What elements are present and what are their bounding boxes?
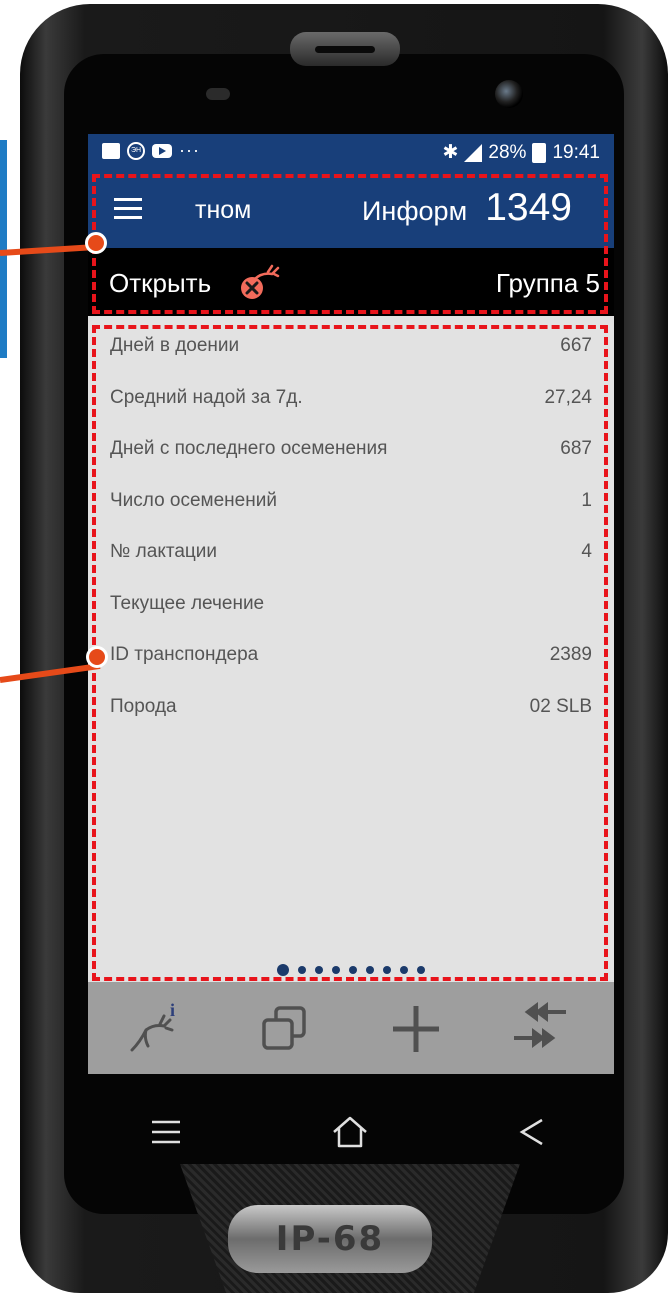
battery-icon (532, 142, 547, 163)
home-icon[interactable] (330, 1112, 370, 1152)
bluetooth-icon: ✱ (442, 142, 459, 163)
status-left-icons: ЭН ··· (102, 140, 200, 161)
signal-icon (464, 143, 483, 162)
system-nav-bar (88, 1090, 614, 1180)
copy-icon[interactable] (256, 1002, 316, 1056)
back-icon[interactable] (512, 1112, 552, 1152)
cow-info-icon[interactable]: i (126, 1002, 186, 1056)
media-icon: ЭН (127, 141, 145, 160)
menu-icon[interactable] (146, 1112, 186, 1152)
annotation-box-header (92, 174, 608, 314)
earpiece-slit (315, 46, 375, 53)
ip68-badge: IP-68 (228, 1205, 432, 1273)
proximity-sensor (206, 88, 230, 100)
gallery-icon (102, 142, 120, 159)
add-icon[interactable] (386, 1002, 446, 1056)
annotation-leader-dot (85, 232, 107, 254)
status-right: ✱ 28% 19:41 (443, 141, 601, 164)
status-bar: ЭН ··· ✱ 28% 19:41 (88, 134, 614, 170)
svg-text:i: i (170, 1002, 175, 1020)
bottom-toolbar: i (88, 982, 614, 1074)
clock: 19:41 (552, 141, 600, 163)
front-camera (495, 80, 523, 108)
swap-arrows-icon[interactable] (508, 1002, 568, 1056)
youtube-icon (152, 143, 172, 158)
annotation-leader-dot (86, 646, 108, 668)
battery-percent: 28% (488, 141, 527, 163)
more-notifications-icon: ··· (179, 140, 200, 160)
annotation-box-content (92, 325, 608, 981)
